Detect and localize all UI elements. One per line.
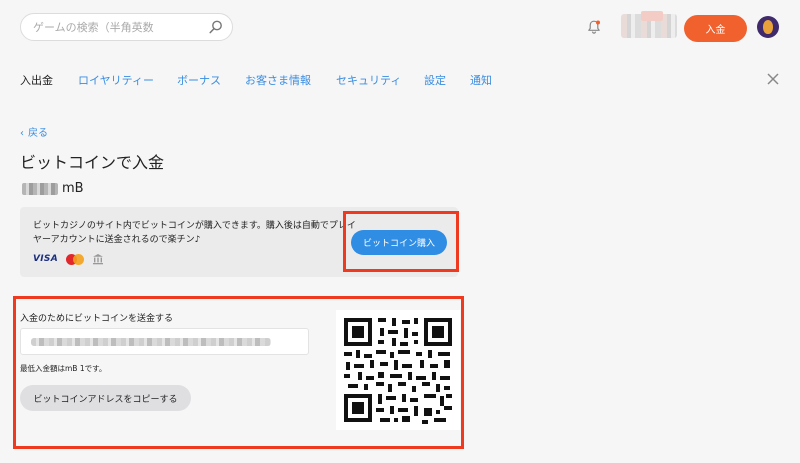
page-title: ビットコインで入金 bbox=[20, 153, 165, 172]
search-box[interactable] bbox=[20, 13, 233, 41]
buy-description: ビットカジノのサイト内でビットコインが購入できます。購入後は自動でプレイヤーアカ… bbox=[33, 221, 356, 245]
tab-deposit-withdraw[interactable]: 入出金 bbox=[20, 72, 53, 88]
notification-bell-icon[interactable] bbox=[586, 19, 602, 35]
back-link[interactable]: ‹ 戻る bbox=[20, 124, 48, 139]
tab-settings[interactable]: 設定 bbox=[424, 72, 446, 88]
highlight-box bbox=[343, 211, 459, 272]
balance-amount-blurred bbox=[22, 183, 58, 195]
chevron-left-icon: ‹ bbox=[20, 128, 24, 139]
tab-loyalty[interactable]: ロイヤリティー bbox=[78, 72, 154, 88]
highlight-box bbox=[13, 296, 464, 449]
search-icon[interactable] bbox=[209, 20, 223, 34]
tab-customer-info[interactable]: お客さま情報 bbox=[245, 72, 311, 88]
page: 入金 入出金 ロイヤリティー ボーナス お客さま情報 セキュリティ 設定 通知 … bbox=[0, 0, 800, 463]
avatar[interactable] bbox=[757, 16, 779, 38]
balance-unit: mB bbox=[62, 181, 84, 196]
search-input[interactable] bbox=[33, 14, 203, 40]
mastercard-icon bbox=[65, 253, 84, 265]
close-icon[interactable] bbox=[766, 72, 780, 86]
visa-logo: VISA bbox=[33, 254, 58, 264]
header-deposit-button[interactable]: 入金 bbox=[684, 15, 747, 42]
bank-icon bbox=[92, 254, 103, 265]
tab-security[interactable]: セキュリティ bbox=[336, 72, 401, 88]
user-balance-blurred bbox=[621, 11, 677, 38]
payment-methods: VISA bbox=[33, 252, 104, 266]
back-label: 戻る bbox=[28, 128, 48, 139]
tab-notifications[interactable]: 通知 bbox=[470, 72, 492, 88]
tab-bonus[interactable]: ボーナス bbox=[177, 72, 221, 88]
